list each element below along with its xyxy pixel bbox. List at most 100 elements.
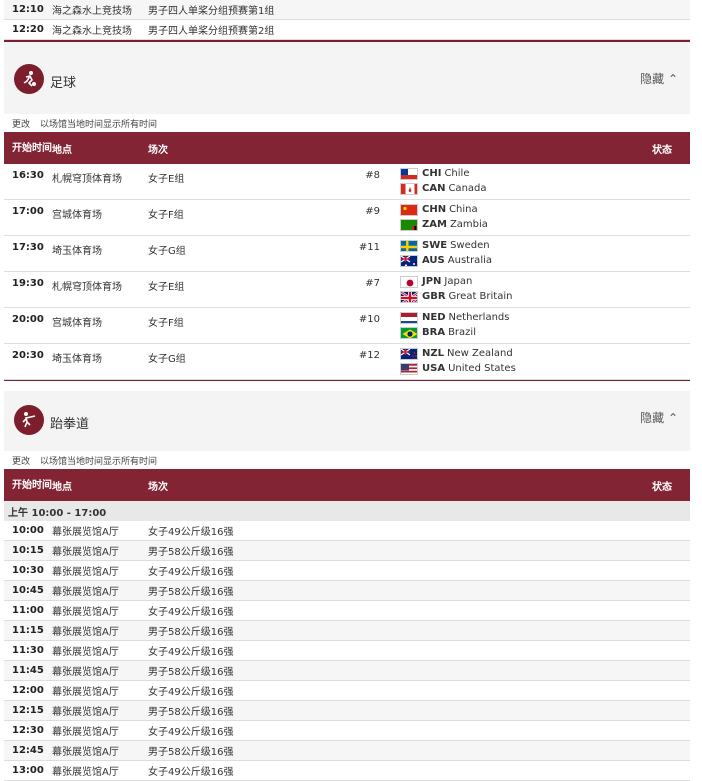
chi-flag-icon	[400, 167, 418, 180]
venue: 幕张展览馆A厅	[52, 587, 119, 598]
venue: 幕张展览馆A厅	[52, 767, 119, 778]
table-row: 20:30 埼玉体育场 女子G组 #12 NZL New Zealand USA United…	[4, 344, 690, 380]
header-venue: 地点	[52, 481, 72, 493]
event[interactable]: 女子49公斤级16强	[148, 763, 348, 778]
start-time: 10:30	[12, 565, 44, 576]
team-code: BRA	[422, 327, 446, 338]
team-code: CAN	[422, 183, 446, 194]
sport-header-taekwondo: 跆拳道 隐藏 ⌃	[4, 391, 690, 451]
event[interactable]: 女子E组	[148, 272, 248, 307]
match-number: #10	[358, 314, 380, 325]
table-row: 11:15 幕张展览馆A厅 男子58公斤级16强	[4, 621, 690, 641]
event[interactable]: 女子E组	[148, 164, 248, 199]
team-entry[interactable]: NZL New Zealand	[400, 346, 516, 361]
team-entry[interactable]: CHI Chile	[400, 166, 487, 181]
sport-header-football: 足球 隐藏 ⌃	[4, 42, 690, 114]
can-flag-icon	[400, 182, 418, 195]
table-row: 10:00 幕张展览馆A厅 女子49公斤级16强	[4, 521, 690, 541]
hide-toggle[interactable]: 隐藏 ⌃	[640, 409, 678, 426]
timezone-note: 更改 以场馆当地时间显示所有时间	[4, 114, 690, 132]
team-entry[interactable]: SWE Sweden	[400, 238, 492, 253]
table-row: 10:45 幕张展览馆A厅 男子58公斤级16强	[4, 581, 690, 601]
table-row: 10:30 幕张展览馆A厅 女子49公斤级16强	[4, 561, 690, 581]
table-row: 19:30 札幌穹顶体育场 女子E组 #7 JPN Japan GBR Great Brita…	[4, 272, 690, 308]
event[interactable]: 女子F组	[148, 200, 248, 235]
event[interactable]: 男子四人单桨分组预赛第2组	[148, 22, 348, 37]
team-entry[interactable]: JPN Japan	[400, 274, 512, 289]
table-row: 12:00 幕张展览馆A厅 女子49公斤级16强	[4, 681, 690, 701]
taekwondo-icon	[14, 405, 44, 435]
event[interactable]: 男子58公斤级16强	[148, 623, 348, 638]
team-name: Japan	[444, 276, 473, 287]
event[interactable]: 女子49公斤级16强	[148, 563, 348, 578]
event[interactable]: 男子58公斤级16强	[148, 543, 348, 558]
event[interactable]: 女子G组	[148, 344, 248, 379]
team-name: Canada	[448, 183, 487, 194]
teams: NED Netherlands BRA Brazil	[400, 310, 509, 340]
start-time: 12:20	[12, 24, 44, 35]
table-row: 20:00 宫城体育场 女子F组 #10 NED Netherlands BRA Brazil	[4, 308, 690, 344]
team-code: ZAM	[422, 219, 447, 230]
start-time: 19:30	[12, 278, 44, 289]
venue: 幕张展览馆A厅	[52, 667, 119, 678]
hide-toggle[interactable]: 隐藏 ⌃	[640, 70, 678, 87]
table-header: 开始时间 地点 场次 状态	[4, 132, 690, 164]
venue: 札幌穹顶体育场	[52, 282, 122, 293]
change-link[interactable]: 更改	[12, 117, 30, 130]
venue: 埼玉体育场	[52, 246, 102, 257]
event[interactable]: 男子58公斤级16强	[148, 743, 348, 758]
event[interactable]: 男子58公斤级16强	[148, 583, 348, 598]
event[interactable]: 女子F组	[148, 308, 248, 343]
start-time: 16:30	[12, 170, 44, 181]
start-time: 17:30	[12, 242, 44, 253]
team-code: AUS	[422, 255, 445, 266]
team-entry[interactable]: BRA Brazil	[400, 325, 509, 340]
venue: 幕张展览馆A厅	[52, 627, 119, 638]
header-time: 开始时间	[12, 479, 52, 491]
venue: 幕张展览馆A厅	[52, 747, 119, 758]
team-name: Great Britain	[448, 291, 513, 302]
team-code: NED	[422, 312, 446, 323]
event[interactable]: 女子49公斤级16强	[148, 683, 348, 698]
jpn-flag-icon	[400, 275, 418, 288]
timezone-note: 更改 以场馆当地时间显示所有时间	[4, 451, 690, 469]
teams: NZL New Zealand USA United States	[400, 346, 516, 376]
event[interactable]: 男子58公斤级16强	[148, 663, 348, 678]
team-entry[interactable]: CHN China	[400, 202, 488, 217]
team-code: JPN	[422, 276, 442, 287]
team-entry[interactable]: ZAM Zambia	[400, 217, 488, 232]
team-entry[interactable]: AUS Australia	[400, 253, 492, 268]
start-time: 11:15	[12, 625, 44, 636]
venue: 幕张展览馆A厅	[52, 547, 119, 558]
team-name: Chile	[444, 168, 470, 179]
start-time: 10:00	[12, 525, 44, 536]
venue: 埼玉体育场	[52, 354, 102, 365]
teams: CHN China ZAM Zambia	[400, 202, 488, 232]
sport-title: 足球	[50, 76, 77, 91]
football-icon	[14, 64, 44, 94]
match-number: #11	[358, 242, 380, 253]
team-entry[interactable]: USA United States	[400, 361, 516, 376]
team-entry[interactable]: NED Netherlands	[400, 310, 509, 325]
event[interactable]: 女子49公斤级16强	[148, 643, 348, 658]
teams: JPN Japan GBR Great Britain	[400, 274, 512, 304]
start-time: 12:45	[12, 745, 44, 756]
start-time: 11:00	[12, 605, 44, 616]
swe-flag-icon	[400, 239, 418, 252]
event[interactable]: 女子G组	[148, 236, 248, 271]
event[interactable]: 男子四人单桨分组预赛第1组	[148, 2, 348, 17]
change-link[interactable]: 更改	[12, 454, 30, 467]
event[interactable]: 男子58公斤级16强	[148, 703, 348, 718]
table-row: 12:30 幕张展览馆A厅 女子49公斤级16强	[4, 721, 690, 741]
table-row: 16:30 札幌穹顶体育场 女子E组 #8 CHI Chile CAN Canada	[4, 164, 690, 200]
event[interactable]: 女子49公斤级16强	[148, 603, 348, 618]
event[interactable]: 女子49公斤级16强	[148, 523, 348, 538]
zam-flag-icon	[400, 218, 418, 231]
team-entry[interactable]: GBR Great Britain	[400, 289, 512, 304]
header-status: 状态	[652, 481, 672, 493]
event[interactable]: 女子49公斤级16强	[148, 723, 348, 738]
start-time: 12:00	[12, 685, 44, 696]
team-entry[interactable]: CAN Canada	[400, 181, 487, 196]
team-name: China	[449, 204, 478, 215]
start-time: 11:45	[12, 665, 44, 676]
